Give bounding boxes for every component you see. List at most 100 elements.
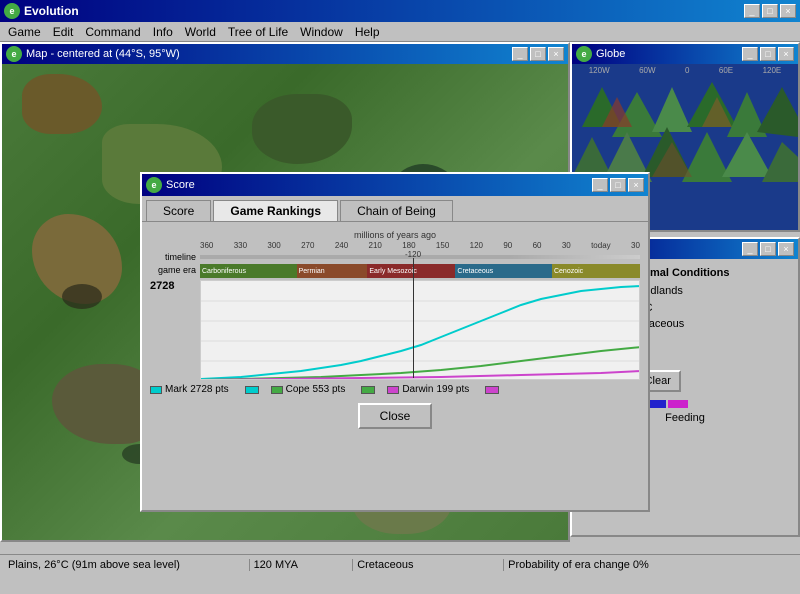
legend-darwin-color	[387, 386, 399, 394]
tl-13: 30	[631, 241, 640, 250]
score-body: millions of years ago 360 330 300 270 24…	[142, 222, 648, 488]
chart-header: millions of years ago	[150, 230, 640, 240]
tab-chain-of-being[interactable]: Chain of Being	[340, 200, 453, 221]
legend-cope-score: 553 pts	[313, 384, 346, 395]
score-maximize[interactable]: □	[610, 178, 626, 192]
command-minimize[interactable]: _	[742, 242, 758, 256]
era-early-mesozoic: Early Mesozoic	[367, 264, 455, 278]
close-button[interactable]: Close	[358, 403, 433, 429]
globe-coord-4: 120E	[763, 66, 782, 75]
map-maximize[interactable]: □	[530, 47, 546, 61]
legend-cope-name: Cope	[286, 384, 310, 395]
legend-mark-swatch	[245, 386, 259, 394]
close-btn-row: Close	[150, 403, 640, 429]
tl-5: 210	[369, 241, 382, 250]
map-close[interactable]: ×	[548, 47, 564, 61]
command-close[interactable]: ×	[778, 242, 794, 256]
legend-cope-swatch	[361, 386, 375, 394]
globe-coord-2: 0	[685, 66, 689, 75]
status-terrain: Plains, 26°C (91m above sea level)	[4, 559, 250, 571]
legend-row: Mark 2728 pts Cope 553 pts Darwin 199 pt…	[150, 384, 640, 395]
score-minimize[interactable]: _	[592, 178, 608, 192]
status-probability: Probability of era change 0%	[504, 559, 796, 571]
legend-cope: Cope 553 pts	[271, 384, 346, 395]
close-button[interactable]: ×	[780, 4, 796, 18]
tl-1: 330	[234, 241, 247, 250]
menu-game[interactable]: Game	[2, 23, 47, 41]
app-icon: e	[4, 3, 20, 19]
command-maximize[interactable]: □	[760, 242, 776, 256]
globe-coord-3: 60E	[719, 66, 733, 75]
chart-svg-container	[200, 280, 640, 380]
timeline-container: 360 330 300 270 240 210 180 150 120 90 6…	[150, 241, 640, 250]
tl-9: 90	[503, 241, 512, 250]
timeline-row: 360 330 300 270 240 210 180 150 120 90 6…	[200, 241, 640, 250]
menu-window[interactable]: Window	[294, 23, 349, 41]
main-area: e Map - centered at (44°S, 95°W) _ □ ×	[0, 42, 800, 594]
globe-coord-0: 120W	[589, 66, 610, 75]
legend-darwin: Darwin 199 pts	[387, 384, 469, 395]
score-tabs: Score Game Rankings Chain of Being	[142, 196, 648, 222]
globe-coord-1: 60W	[639, 66, 655, 75]
era-cretaceous: Cretaceous	[455, 264, 552, 278]
era-row: game era Carboniferous Permian Early Mes…	[150, 264, 640, 278]
status-mya: 120 MYA	[250, 559, 354, 571]
globe-close[interactable]: ×	[778, 47, 794, 61]
menu-bar: Game Edit Command Info World Tree of Lif…	[0, 22, 800, 42]
era-permian: Permian	[297, 264, 368, 278]
menu-info[interactable]: Info	[147, 23, 179, 41]
legend-mark-color	[150, 386, 162, 394]
status-era: Cretaceous	[353, 559, 504, 571]
maximize-button[interactable]: □	[762, 4, 778, 18]
menu-help[interactable]: Help	[349, 23, 386, 41]
menu-tree-of-life[interactable]: Tree of Life	[222, 23, 294, 41]
app-title-bar: e Evolution _ □ ×	[0, 0, 800, 22]
tl-10: 60	[533, 241, 542, 250]
era-carboniferous: Carboniferous	[200, 264, 297, 278]
legend-cope-color	[271, 386, 283, 394]
tl-6: 180	[402, 241, 415, 250]
menu-world[interactable]: World	[179, 23, 222, 41]
globe-icon: e	[576, 46, 592, 62]
legend-mark-score: 2728 pts	[190, 384, 228, 395]
map-icon: e	[6, 46, 22, 62]
tl-4: 240	[335, 241, 348, 250]
globe-title: Globe	[596, 48, 742, 60]
tl-0: 360	[200, 241, 213, 250]
title-bar-buttons: _ □ ×	[744, 4, 796, 18]
score-chart-row: 2728	[150, 280, 640, 380]
current-score: 2728	[150, 280, 200, 292]
score-close[interactable]: ×	[628, 178, 644, 192]
legend-mark: Mark 2728 pts	[150, 384, 229, 395]
legend-darwin-score: 199 pts	[436, 384, 469, 395]
era-axis-label: game era	[150, 266, 200, 276]
menu-edit[interactable]: Edit	[47, 23, 80, 41]
score-window: e Score _ □ × Score Game Rankings Chain …	[140, 172, 650, 512]
timeline-axis-label: timeline	[150, 252, 200, 262]
legend-darwin-name: Darwin	[402, 384, 433, 395]
globe-minimize[interactable]: _	[742, 47, 758, 61]
status-bar: Plains, 26°C (91m above sea level) 120 M…	[0, 554, 800, 574]
timeline-label-row: timeline	[150, 252, 640, 262]
map-minimize[interactable]: _	[512, 47, 528, 61]
map-title: Map - centered at (44°S, 95°W)	[26, 48, 512, 60]
tl-2: 300	[267, 241, 280, 250]
app-title: Evolution	[24, 4, 744, 18]
tl-12: today	[591, 241, 611, 250]
minimize-button[interactable]: _	[744, 4, 760, 18]
globe-maximize[interactable]: □	[760, 47, 776, 61]
creature-1	[62, 284, 102, 309]
map-title-bar: e Map - centered at (44°S, 95°W) _ □ ×	[2, 44, 568, 64]
tab-game-rankings[interactable]: Game Rankings	[213, 200, 338, 221]
tl-11: 30	[562, 241, 571, 250]
legend-darwin-swatch	[485, 386, 499, 394]
tab-score[interactable]: Score	[146, 200, 211, 221]
menu-command[interactable]: Command	[79, 23, 146, 41]
score-window-title: Score	[166, 179, 592, 191]
legend-mark-name: Mark	[165, 384, 187, 395]
score-title-bar: e Score _ □ ×	[142, 174, 648, 196]
tl-7: 150	[436, 241, 449, 250]
score-chart	[200, 280, 640, 380]
feeding-bar-purple	[668, 400, 688, 408]
tl-8: 120	[470, 241, 483, 250]
